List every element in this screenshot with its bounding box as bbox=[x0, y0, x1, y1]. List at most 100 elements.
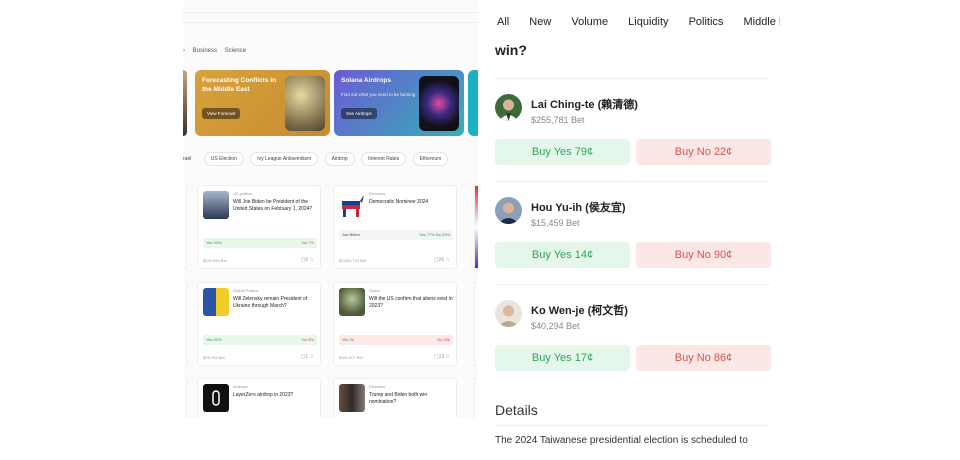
candidate-bet-volume: $40,294 Bet bbox=[531, 321, 580, 331]
banner-artwork bbox=[285, 76, 325, 131]
avatar bbox=[495, 94, 522, 121]
outcome-prices: Yes 77% No 23% bbox=[419, 232, 450, 237]
desktop-overview: › Business Science Forecasting Conflicts… bbox=[183, 0, 478, 418]
card-thumbnail bbox=[339, 288, 365, 316]
divider bbox=[495, 284, 770, 285]
tab-middle-east[interactable]: Middle East bbox=[743, 16, 780, 28]
buy-no-button[interactable]: Buy No 90¢ bbox=[636, 242, 771, 268]
outcome-name: Joe Biden bbox=[342, 232, 360, 237]
card-volume: $25,753 Bet bbox=[203, 355, 225, 360]
filter-tabs: All New Volume Liquidity Politics Middle… bbox=[497, 16, 780, 28]
banner-title: Solana Airdrops bbox=[341, 77, 391, 84]
candidate-bet-volume: $15,459 Bet bbox=[531, 218, 580, 228]
layerzero-icon bbox=[203, 384, 229, 412]
card-title: Democratic Nominee 2024 bbox=[369, 199, 429, 205]
star-icon[interactable]: ☆ bbox=[310, 354, 314, 360]
screenshot-composite: › Business Science Forecasting Conflicts… bbox=[0, 0, 960, 460]
card-outcome-bar[interactable]: Yes 2¢ No 98¢ bbox=[339, 335, 453, 345]
outcome-no: No 8% bbox=[301, 337, 314, 342]
market-card[interactable]: Elections Democratic Nominee 2024 Joe Bi… bbox=[333, 185, 457, 269]
tab-new[interactable]: New bbox=[529, 16, 551, 28]
buy-yes-button[interactable]: Buy Yes 17¢ bbox=[495, 345, 630, 371]
buy-no-button[interactable]: Buy No 22¢ bbox=[636, 139, 771, 165]
mobile-market-view: All New Volume Liquidity Politics Middle… bbox=[484, 0, 780, 460]
card-outcome-bar[interactable]: Yes 93% No 7% bbox=[203, 238, 317, 248]
tag-ethereum[interactable]: Ethereum bbox=[412, 152, 449, 166]
star-icon[interactable]: ☆ bbox=[446, 354, 450, 360]
buy-no-button[interactable]: Buy No 86¢ bbox=[636, 345, 771, 371]
candidate-row: Hou Yu-ih (侯友宜) $15,459 Bet Buy Yes 14¢ … bbox=[495, 197, 771, 297]
avatar bbox=[495, 197, 522, 224]
tag-interest-rates[interactable]: Interest Rates bbox=[361, 152, 407, 166]
candidate-name: Lai Ching-te (賴清德) bbox=[531, 99, 638, 111]
card-category: Elections bbox=[369, 384, 386, 389]
card-outcome-bar[interactable]: Joe Biden Yes 77% No 23% bbox=[339, 230, 453, 240]
tag-ivy-league[interactable]: Ivy League Antisemitism bbox=[250, 152, 319, 166]
divider bbox=[495, 181, 770, 182]
tab-volume[interactable]: Volume bbox=[571, 16, 608, 28]
view-forecast-button[interactable]: View Forecast bbox=[202, 108, 241, 119]
banner-subtitle: Find out what you need to be farming bbox=[341, 92, 416, 97]
banner-middle-east[interactable]: Forecasting Conflicts in the Middle East… bbox=[195, 70, 330, 136]
outcome-no: No 98¢ bbox=[437, 337, 450, 342]
see-airdrops-button[interactable]: See Airdrops bbox=[341, 108, 377, 119]
market-card[interactable]: Elections Trump and Biden both win nomin… bbox=[333, 378, 457, 418]
card-volume: $220,654 Bet bbox=[203, 258, 227, 263]
banner-partial-right[interactable] bbox=[468, 70, 478, 136]
card-title: Trump and Biden both win nomination? bbox=[369, 392, 428, 405]
tag-us-election[interactable]: US Election bbox=[203, 152, 244, 166]
details-text: The 2024 Taiwanese presidential election… bbox=[495, 435, 748, 446]
nav-separator: › bbox=[183, 48, 185, 54]
nav-item-business[interactable]: Business bbox=[193, 48, 217, 54]
card-partial bbox=[183, 378, 187, 418]
banner-title: Forecasting Conflicts in the Middle East bbox=[202, 77, 277, 93]
tag-partial[interactable]: rael bbox=[183, 153, 197, 165]
outcome-no: No 7% bbox=[301, 240, 314, 245]
candidate-name: Ko Wen-je (柯文哲) bbox=[531, 305, 628, 317]
card-category: Airdrops bbox=[233, 384, 248, 389]
tab-all[interactable]: All bbox=[497, 16, 509, 28]
outcome-yes: Yes 93% bbox=[206, 240, 222, 245]
buy-yes-button[interactable]: Buy Yes 14¢ bbox=[495, 242, 630, 268]
card-thumbnail bbox=[203, 191, 229, 219]
comment-count: 1 bbox=[305, 354, 309, 360]
comment-count: 13 bbox=[438, 354, 445, 360]
card-title: Will Zelensky remain President of Ukrain… bbox=[233, 296, 308, 309]
candidate-bet-volume: $255,781 Bet bbox=[531, 115, 585, 125]
buy-yes-button[interactable]: Buy Yes 79¢ bbox=[495, 139, 630, 165]
market-card[interactable]: Global Politics Will Zelensky remain Pre… bbox=[197, 282, 321, 366]
card-outcome-bar[interactable]: Yes 92% No 8% bbox=[203, 335, 317, 345]
card-title: Will Joe Biden be President of the Unite… bbox=[233, 199, 313, 212]
divider bbox=[183, 22, 478, 23]
card-partial bbox=[474, 282, 478, 366]
tab-liquidity[interactable]: Liquidity bbox=[628, 16, 668, 28]
comment-count: 26 bbox=[438, 257, 445, 263]
banner-solana-airdrops[interactable]: Solana Airdrops Find out what you need t… bbox=[334, 70, 464, 136]
candidate-row: Ko Wen-je (柯文哲) $40,294 Bet Buy Yes 17¢ … bbox=[495, 300, 771, 400]
comment-count: 5 bbox=[305, 257, 309, 263]
market-card[interactable]: US politics Will Joe Biden be President … bbox=[197, 185, 321, 269]
tag-airdrop[interactable]: Airdrop bbox=[324, 152, 355, 166]
banner-partial-left[interactable] bbox=[183, 70, 187, 136]
nav-item-science[interactable]: Science bbox=[225, 48, 246, 54]
star-icon[interactable]: ☆ bbox=[446, 257, 450, 263]
card-category: Elections bbox=[369, 191, 386, 196]
market-card[interactable]: Space Will the US confirm that aliens ex… bbox=[333, 282, 457, 366]
topic-tags: rael US Election Ivy League Antisemitism… bbox=[183, 152, 453, 166]
market-question: win? bbox=[495, 42, 527, 58]
candidate-row: Lai Ching-te (賴清德) $255,781 Bet Buy Yes … bbox=[495, 94, 771, 194]
card-actions: ▢26 ☆ bbox=[434, 257, 450, 263]
card-partial bbox=[183, 185, 187, 269]
card-partial bbox=[183, 282, 187, 366]
market-card[interactable]: Airdrops LayerZero airdrop in 2023? bbox=[197, 378, 321, 418]
card-thumbnail bbox=[203, 288, 229, 316]
card-actions: ▢1 ☆ bbox=[301, 354, 314, 360]
tab-politics[interactable]: Politics bbox=[689, 16, 724, 28]
candidate-name: Hou Yu-ih (侯友宜) bbox=[531, 202, 626, 214]
star-icon[interactable]: ☆ bbox=[310, 257, 314, 263]
card-volume: $2,692,733 Bet bbox=[339, 258, 367, 263]
card-title: LayerZero airdrop in 2023? bbox=[233, 392, 294, 398]
banner-artwork bbox=[419, 76, 459, 131]
outcome-yes: Yes 2¢ bbox=[342, 337, 355, 342]
donkey-icon bbox=[339, 191, 365, 219]
